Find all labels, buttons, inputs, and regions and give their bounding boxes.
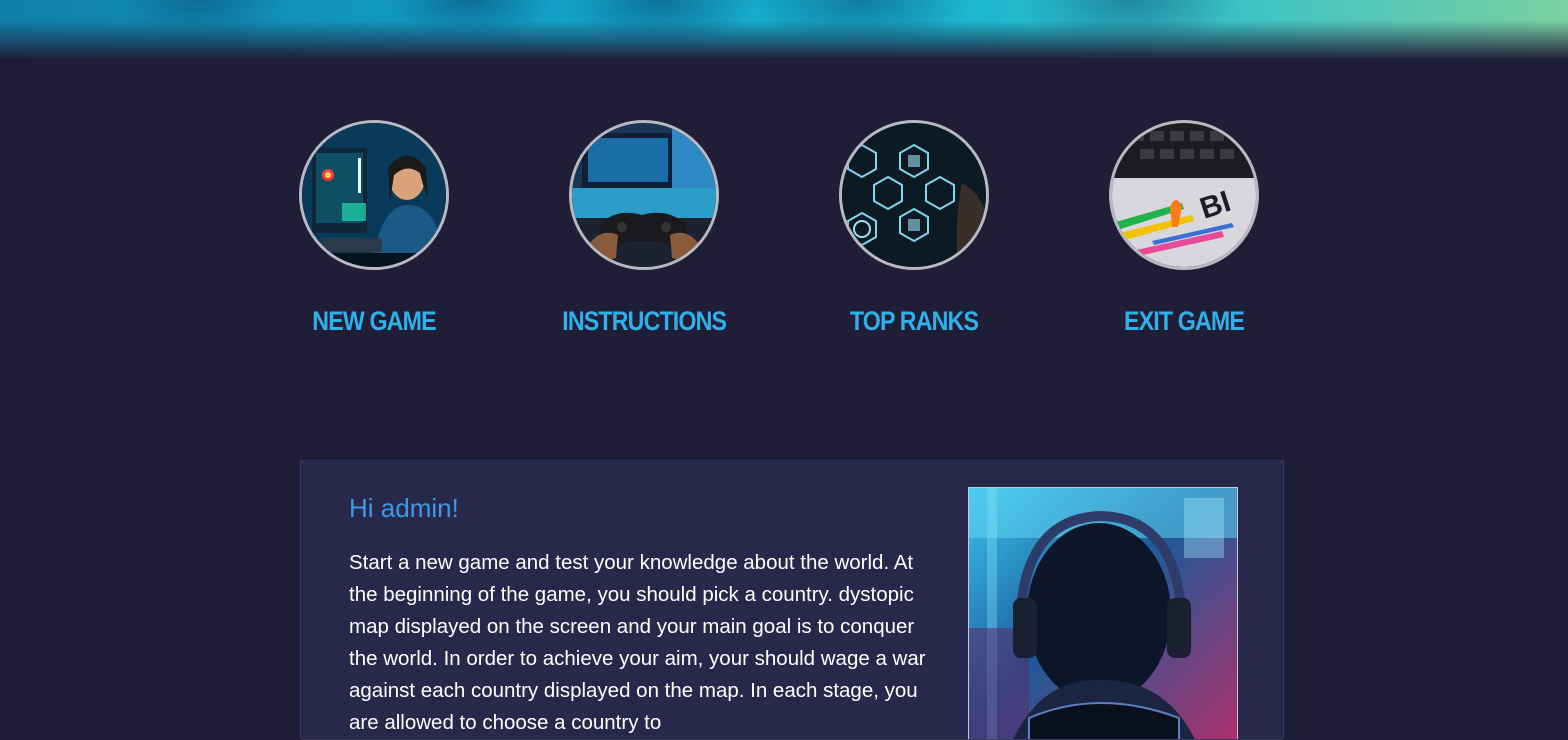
menu-exit-game[interactable]: BI EXIT GAME [1109,120,1259,350]
greeting-heading: Hi admin! [349,493,459,523]
knowledge-hex-image[interactable] [839,120,989,270]
menu-label-new-game[interactable]: NEW GAME [292,306,455,337]
menu-label-exit-game[interactable]: EXIT GAME [1102,306,1265,337]
gamer-headset-image [968,487,1238,739]
gamer-girl-image[interactable] [299,120,449,270]
welcome-text: Start a new game and test your knowledge… [349,551,926,734]
menu-new-game[interactable]: NEW GAME [299,120,449,350]
keyboard-clips-image[interactable]: BI [1109,120,1259,270]
menu-instructions[interactable]: INSTRUCTIONS [562,120,727,350]
welcome-card: Hi admin! Start a new game and test your… [300,458,1284,740]
menu-top-ranks[interactable]: TOP RANKS [839,120,989,350]
header-banner [0,0,1568,58]
controller-image[interactable] [569,120,719,270]
menu-label-top-ranks[interactable]: TOP RANKS [832,306,995,337]
menu-label-instructions[interactable]: INSTRUCTIONS [562,306,727,337]
